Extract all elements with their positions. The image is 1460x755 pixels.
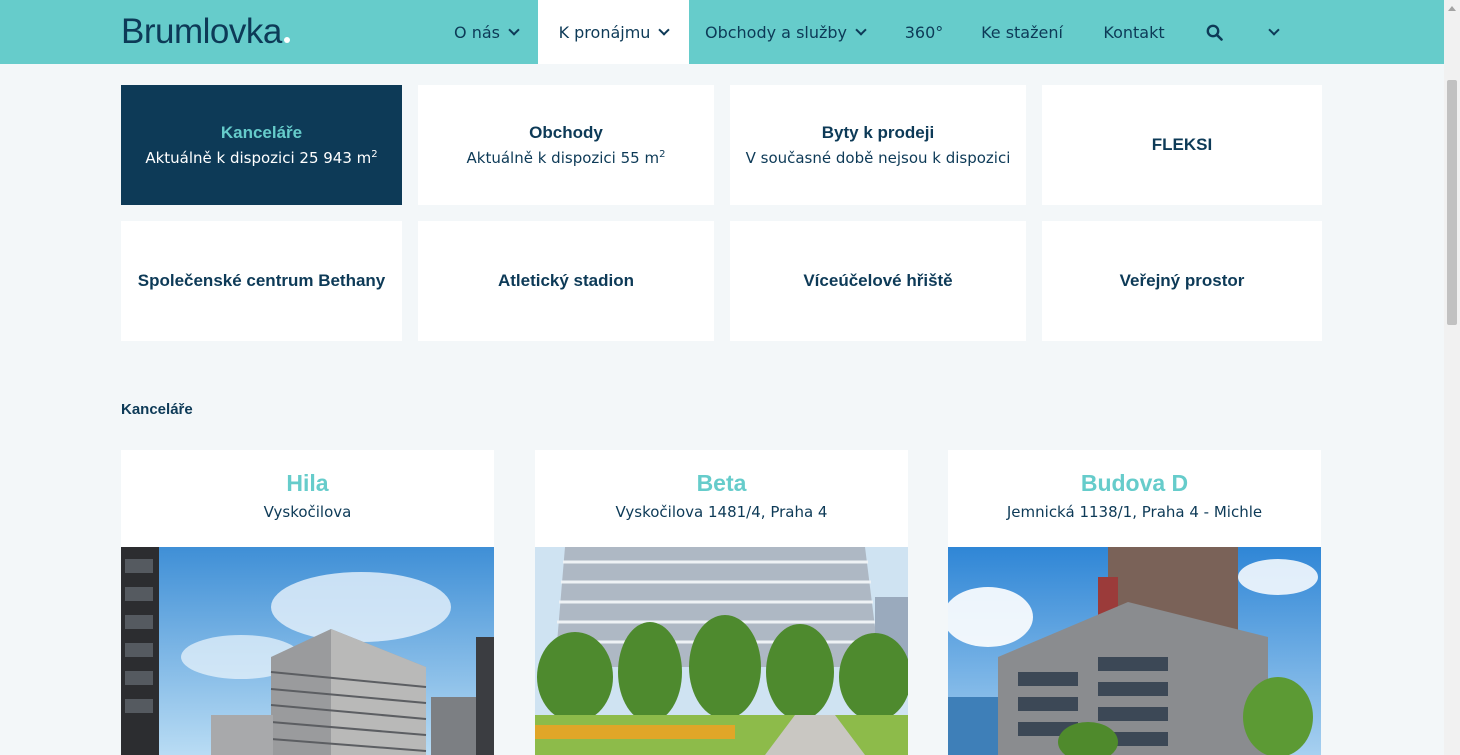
logo-text: Brumlovka xyxy=(121,12,282,51)
nav-ke-stazeni[interactable]: Ke stažení xyxy=(970,0,1074,64)
nav-label: Kontakt xyxy=(1103,22,1165,42)
property-address: Jemnická 1138/1, Praha 4 - Michle xyxy=(1006,503,1263,521)
site-header: Brumlovka O nás K pronájmu Obchody a slu… xyxy=(0,0,1444,64)
nav-kontakt[interactable]: Kontakt xyxy=(1092,0,1176,64)
tile-title: Byty k prodeji xyxy=(821,123,935,142)
tile-subtitle: Aktuálně k dispozici 25 943 m2 xyxy=(145,149,378,167)
nav-label: K pronájmu xyxy=(558,22,651,42)
chevron-down-icon xyxy=(658,23,671,36)
language-dropdown[interactable] xyxy=(1258,0,1290,64)
nav-obchody-a-sluzby[interactable]: Obchody a služby xyxy=(695,0,875,64)
page-scrollbar[interactable] xyxy=(1444,0,1460,755)
nav-label: O nás xyxy=(454,22,500,42)
search-icon xyxy=(1206,24,1223,41)
tile-title: Obchody xyxy=(529,123,603,142)
nav-label: Ke stažení xyxy=(981,22,1063,42)
tile-obchody[interactable]: Obchody Aktuálně k dispozici 55 m2 xyxy=(418,85,714,205)
tile-title: Atletický stadion xyxy=(497,271,635,290)
nav-label: Obchody a služby xyxy=(704,22,848,42)
tile-spolecenske-centrum[interactable]: Společenské centrum Bethany xyxy=(121,221,402,341)
property-photo xyxy=(535,547,908,755)
property-card-budova-d[interactable]: Budova D Jemnická 1138/1, Praha 4 - Mich… xyxy=(948,450,1321,755)
chevron-down-icon xyxy=(508,23,520,36)
tile-title: FLEKSI xyxy=(1151,135,1213,154)
tile-atleticky-stadion[interactable]: Atletický stadion xyxy=(418,221,714,341)
property-address: Vyskočilova 1481/4, Praha 4 xyxy=(615,503,828,521)
property-photo xyxy=(121,547,494,755)
chevron-down-icon xyxy=(1268,23,1280,36)
property-photo xyxy=(948,547,1321,755)
chevron-down-icon xyxy=(855,23,867,36)
tile-title: Veřejný prostor xyxy=(1119,271,1245,290)
tile-kancelare[interactable]: Kanceláře Aktuálně k dispozici 25 943 m2 xyxy=(121,85,402,205)
property-name: Budova D xyxy=(1080,470,1189,496)
property-card-beta[interactable]: Beta Vyskočilova 1481/4, Praha 4 xyxy=(535,450,908,755)
tile-title: Společenské centrum Bethany xyxy=(137,271,386,290)
tile-title: Kanceláře xyxy=(220,123,303,142)
tile-viceucelove-hriste[interactable]: Víceúčelové hřiště xyxy=(730,221,1026,341)
tile-byty-k-prodeji[interactable]: Byty k prodeji V současné době nejsou k … xyxy=(730,85,1026,205)
nav-360[interactable]: 360° xyxy=(895,0,953,64)
section-heading: Kanceláře xyxy=(121,401,193,418)
property-card-hila[interactable]: Hila Vyskočilova xyxy=(121,450,494,755)
search-button[interactable] xyxy=(1198,0,1230,64)
tile-verejny-prostor[interactable]: Veřejný prostor xyxy=(1042,221,1322,341)
tile-title: Víceúčelové hřiště xyxy=(803,271,953,290)
nav-k-pronajmu[interactable]: K pronájmu xyxy=(538,0,689,64)
scroll-up-arrow-icon[interactable] xyxy=(1444,0,1460,16)
logo-dot xyxy=(283,37,290,43)
tile-subtitle: V současné době nejsou k dispozici xyxy=(745,149,1011,167)
brumlovka-logo[interactable]: Brumlovka xyxy=(121,12,290,52)
property-address: Vyskočilova xyxy=(263,503,352,521)
nav-o-nas[interactable]: O nás xyxy=(440,0,532,64)
property-name: Hila xyxy=(286,470,329,496)
tile-fleksi[interactable]: FLEKSI xyxy=(1042,85,1322,205)
scrollbar-thumb[interactable] xyxy=(1447,80,1457,325)
property-name: Beta xyxy=(696,470,747,496)
tile-subtitle: Aktuálně k dispozici 55 m2 xyxy=(466,149,666,167)
nav-label: 360° xyxy=(904,22,944,42)
